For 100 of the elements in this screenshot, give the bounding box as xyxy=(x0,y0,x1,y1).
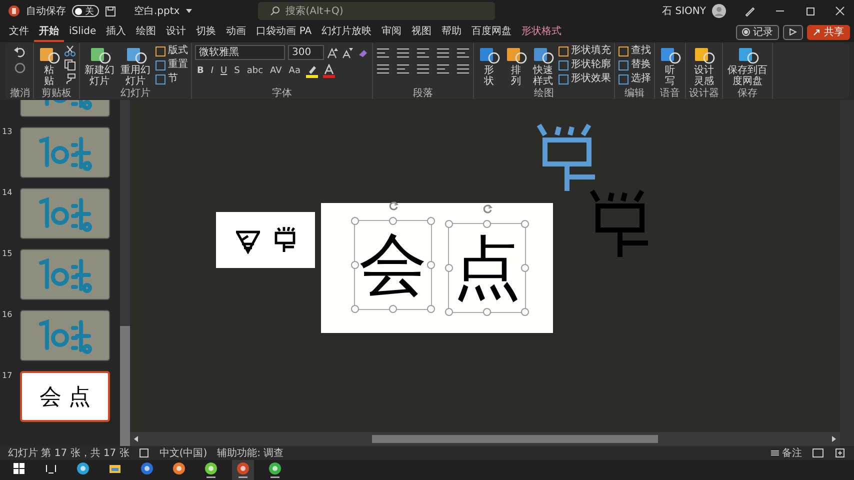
list-icon[interactable] xyxy=(396,47,410,59)
ribbon-button[interactable]: 新建幻灯片 xyxy=(83,45,116,87)
resize-handle[interactable] xyxy=(521,220,529,228)
ribbon-button[interactable]: 重用幻灯片 xyxy=(119,45,152,87)
resize-handle[interactable] xyxy=(427,305,435,313)
ribbon-button[interactable]: 选择 xyxy=(618,73,651,85)
resize-handle[interactable] xyxy=(483,308,491,316)
list-icon[interactable] xyxy=(416,47,430,59)
ribbon-button[interactable]: 查找 xyxy=(618,45,651,57)
ribbon-button[interactable]: 粘贴 xyxy=(37,45,61,87)
resize-handle[interactable] xyxy=(445,264,453,272)
copy-icon[interactable] xyxy=(64,59,76,71)
restore-icon[interactable] xyxy=(804,5,816,17)
font-style-button[interactable]: B xyxy=(195,66,206,76)
ribbon-button[interactable]: 形状轮廓 xyxy=(558,59,611,71)
save-icon[interactable] xyxy=(105,6,116,16)
ribbon-tab[interactable]: 幻灯片放映 xyxy=(316,22,377,42)
ribbon-tab[interactable]: 绘图 xyxy=(131,22,162,42)
font-name-field[interactable]: 微软雅黑 xyxy=(195,45,285,60)
resize-handle[interactable] xyxy=(483,220,491,228)
caret-icon[interactable] xyxy=(186,8,192,14)
font-style-button[interactable]: I xyxy=(208,66,216,76)
align-icon[interactable] xyxy=(456,63,470,75)
notes-button[interactable]: 备注 xyxy=(771,446,802,460)
scroll-thumb[interactable] xyxy=(120,326,130,446)
autosave-toggle[interactable]: 关 xyxy=(72,5,99,17)
ribbon-button[interactable]: 重置 xyxy=(155,59,188,71)
align-icon[interactable] xyxy=(396,63,410,75)
file-name[interactable]: 空白.pptx xyxy=(134,4,180,18)
normal-view-icon[interactable] xyxy=(812,448,824,458)
ribbon-tab[interactable]: 动画 xyxy=(221,22,252,42)
record-button[interactable]: 记录 xyxy=(736,24,779,40)
resize-handle[interactable] xyxy=(427,261,435,269)
scissors-icon[interactable] xyxy=(64,45,76,57)
ribbon-tab[interactable]: iSlide xyxy=(64,24,102,40)
ribbon-tab[interactable]: 形状格式 xyxy=(516,22,567,42)
ribbon-button[interactable]: 设计灵感 xyxy=(692,45,716,87)
ribbon-button[interactable]: 替换 xyxy=(618,59,651,71)
fit-slide-icon[interactable] xyxy=(834,448,846,458)
accessibility-text[interactable]: 辅助功能: 调查 xyxy=(217,446,284,460)
pen-icon[interactable] xyxy=(744,5,756,17)
resize-handle[interactable] xyxy=(445,308,453,316)
spellcheck-icon[interactable] xyxy=(139,448,150,458)
font-style-button[interactable]: S xyxy=(232,66,242,76)
slide-thumbnail[interactable]: 会 点 xyxy=(20,371,110,422)
font-size-field[interactable]: 300 xyxy=(288,45,324,60)
ribbon-tab[interactable]: 设计 xyxy=(161,22,192,42)
powerpoint-icon[interactable] xyxy=(236,462,250,478)
grow-font-icon[interactable] xyxy=(327,46,339,58)
font-style-button[interactable]: abc xyxy=(244,66,266,76)
language-text[interactable]: 中文(中国) xyxy=(159,446,208,460)
text-box[interactable] xyxy=(216,212,315,268)
present-button[interactable] xyxy=(783,24,803,40)
scroll-thumb[interactable] xyxy=(372,435,658,443)
scrollbar[interactable] xyxy=(120,100,130,446)
ribbon-button[interactable]: 排列 xyxy=(504,45,528,87)
undo-icon[interactable] xyxy=(13,45,27,59)
ribbon-button[interactable]: 形状 xyxy=(477,45,501,87)
highlighter-icon[interactable] xyxy=(305,64,320,78)
resize-handle[interactable] xyxy=(521,308,529,316)
font-style-button[interactable]: Aa xyxy=(286,66,302,76)
resize-handle[interactable] xyxy=(427,217,435,225)
share-button[interactable]: 共享 xyxy=(807,24,850,40)
resize-handle[interactable] xyxy=(521,264,529,272)
ribbon-button[interactable]: 保存到百度网盘 xyxy=(726,45,769,87)
align-icon[interactable] xyxy=(456,47,470,59)
slide-thumbnail[interactable] xyxy=(20,127,110,178)
ribbon-tab[interactable]: 插入 xyxy=(101,22,132,42)
format-painter-icon[interactable] xyxy=(64,73,76,85)
ribbon-button[interactable]: 快速样式 xyxy=(531,45,555,87)
ribbon-tab[interactable]: 切换 xyxy=(191,22,222,42)
avatar-icon[interactable] xyxy=(712,4,726,18)
rotate-handle[interactable] xyxy=(482,204,493,215)
resize-handle[interactable] xyxy=(389,217,397,225)
chat-icon[interactable] xyxy=(268,462,282,478)
align-icon[interactable] xyxy=(436,63,450,75)
ribbon-tab[interactable]: 视图 xyxy=(406,22,437,42)
slide-thumbnail[interactable] xyxy=(20,310,110,361)
align-icon[interactable] xyxy=(376,63,390,75)
shrink-font-icon[interactable] xyxy=(342,46,354,58)
ribbon-tab[interactable]: 审阅 xyxy=(376,22,407,42)
ribbon-button[interactable]: 听写 xyxy=(658,45,682,87)
slide-thumbnail[interactable] xyxy=(20,249,110,300)
ribbon-tab[interactable]: 帮助 xyxy=(436,22,467,42)
rotate-handle[interactable] xyxy=(388,201,399,212)
resize-handle[interactable] xyxy=(351,305,359,313)
resize-handle[interactable] xyxy=(389,305,397,313)
font-style-button[interactable]: AV xyxy=(268,66,284,76)
scrollbar[interactable] xyxy=(130,432,840,446)
ribbon-tab[interactable]: 百度网盘 xyxy=(466,22,517,42)
resize-handle[interactable] xyxy=(351,217,359,225)
slide-thumbnail[interactable] xyxy=(20,188,110,239)
align-icon[interactable] xyxy=(416,63,430,75)
resize-handle[interactable] xyxy=(351,261,359,269)
font-color-icon[interactable] xyxy=(322,64,336,78)
ribbon-button[interactable]: 版式 xyxy=(155,45,188,57)
ribbon-tab[interactable]: 文件 xyxy=(4,22,34,42)
ribbon-button[interactable]: 形状效果 xyxy=(558,73,611,85)
font-style-button[interactable]: U xyxy=(218,66,230,76)
slide[interactable]: 会 点 xyxy=(321,203,553,333)
